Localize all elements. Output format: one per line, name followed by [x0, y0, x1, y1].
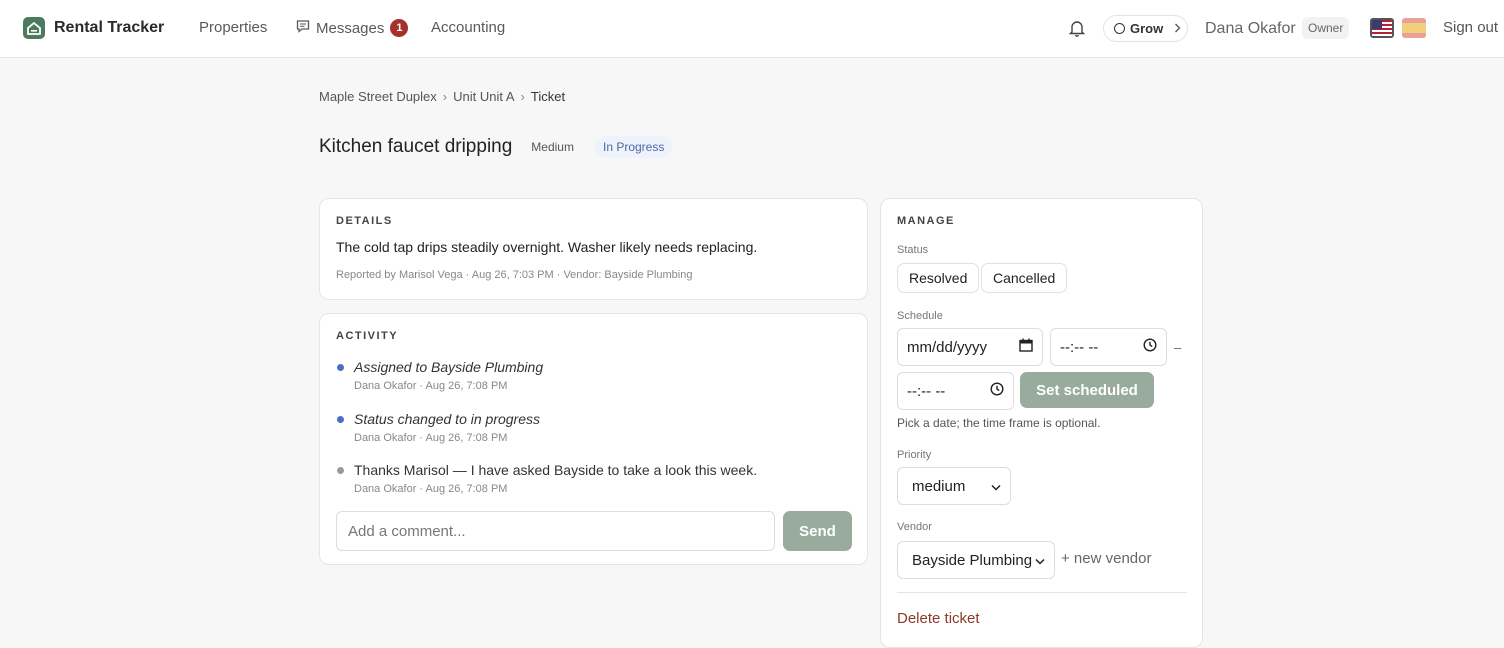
nav-properties-label: Properties	[199, 19, 268, 36]
start-time-placeholder: --:-- --	[1060, 338, 1099, 356]
manage-card: MANAGE Status Resolved Cancelled Schedul…	[880, 198, 1203, 648]
breadcrumb-separator: ›	[520, 89, 525, 104]
sign-out-link[interactable]: Sign out	[1443, 19, 1498, 36]
vendor-label: Vendor	[897, 521, 932, 533]
date-placeholder: mm/dd/yyyy	[907, 338, 988, 356]
activity-meta: Dana Okafor · Aug 26, 7:08 PM	[354, 483, 508, 495]
chevron-right-icon	[1174, 21, 1181, 36]
activity-meta: Dana Okafor · Aug 26, 7:08 PM	[354, 380, 508, 392]
priority-value: medium	[912, 477, 966, 495]
vendor-value: Bayside Plumbing	[912, 551, 1033, 569]
end-time-placeholder: --:-- --	[907, 382, 946, 400]
priority-badge: Medium	[531, 140, 574, 154]
activity-meta: Dana Okafor · Aug 26, 7:08 PM	[354, 432, 508, 444]
time-range-dash: –	[1174, 340, 1182, 355]
nav-messages[interactable]: Messages 1	[296, 19, 409, 37]
new-vendor-link[interactable]: + new vendor	[1061, 550, 1151, 567]
send-button[interactable]: Send	[783, 511, 852, 551]
breadcrumb-unit[interactable]: Unit Unit A	[453, 89, 514, 104]
activity-dot	[337, 467, 344, 474]
activity-title: Thanks Marisol — I have asked Bayside to…	[354, 462, 758, 478]
ticket-header: Kitchen faucet dripping Medium In Progre…	[319, 136, 673, 158]
details-text: The cold tap drips steadily overnight. W…	[336, 239, 758, 255]
breadcrumb-current: Ticket	[530, 89, 566, 104]
top-navigation-bar: Rental Tracker Properties Messages 1 Acc…	[0, 0, 1504, 58]
details-meta: Reported by Marisol Vega · Aug 26, 7:03 …	[336, 269, 693, 281]
vendor-select[interactable]: Bayside Plumbing	[897, 541, 1055, 579]
page-title: Kitchen faucet dripping	[319, 136, 513, 157]
activity-heading: ACTIVITY	[336, 330, 399, 342]
bell-icon[interactable]	[1068, 19, 1086, 42]
date-input[interactable]: mm/dd/yyyy	[897, 328, 1043, 366]
resolved-button[interactable]: Resolved	[897, 263, 980, 293]
schedule-label: Schedule	[897, 310, 943, 322]
user-name: Dana Okafor	[1205, 20, 1296, 37]
activity-title: Assigned to Bayside Plumbing	[354, 359, 544, 375]
activity-title: Status changed to in progress	[354, 411, 541, 427]
set-scheduled-button[interactable]: Set scheduled	[1020, 372, 1154, 408]
us-flag-icon[interactable]	[1370, 18, 1394, 38]
calendar-icon	[1019, 338, 1033, 356]
breadcrumb-separator: ›	[442, 89, 448, 104]
nav-properties[interactable]: Properties	[199, 19, 267, 36]
grow-button[interactable]: Grow	[1103, 15, 1188, 42]
schedule-hint: Pick a date; the time frame is optional.	[897, 416, 1101, 430]
details-card: DETAILS The cold tap drips steadily over…	[319, 198, 868, 300]
breadcrumb: Maple Street Duplex › Unit Unit A › Tick…	[319, 89, 565, 104]
activity-item: Status changed to in progress Dana Okafo…	[337, 411, 541, 444]
chevron-down-icon	[1035, 552, 1045, 569]
activity-dot	[337, 416, 344, 423]
activity-card: ACTIVITY Assigned to Bayside Plumbing Da…	[319, 313, 868, 565]
nav-messages-label: Messages	[316, 19, 385, 37]
status-badge: In Progress	[594, 136, 673, 158]
cancelled-button[interactable]: Cancelled	[981, 263, 1068, 293]
clock-icon	[1143, 338, 1157, 356]
breadcrumb-property[interactable]: Maple Street Duplex	[319, 89, 437, 104]
message-icon	[296, 19, 310, 37]
app-name: Rental Tracker	[54, 19, 165, 36]
nav-accounting[interactable]: Accounting	[431, 19, 505, 36]
manage-heading: MANAGE	[897, 215, 955, 227]
delete-ticket-link[interactable]: Delete ticket	[897, 610, 980, 627]
circle-icon	[1114, 23, 1125, 34]
chevron-down-icon	[991, 478, 1001, 495]
house-icon	[23, 17, 45, 39]
start-time-input[interactable]: --:-- --	[1050, 328, 1167, 366]
status-label: Status	[897, 244, 929, 256]
brand[interactable]: Rental Tracker	[23, 17, 164, 39]
activity-item: Thanks Marisol — I have asked Bayside to…	[337, 462, 758, 495]
grow-label: Grow	[1130, 21, 1164, 36]
activity-item: Assigned to Bayside Plumbing Dana Okafor…	[337, 359, 544, 392]
spain-flag-icon[interactable]	[1402, 18, 1426, 38]
details-heading: DETAILS	[336, 215, 393, 227]
role-badge: Owner	[1302, 17, 1350, 39]
priority-label: Priority	[897, 449, 932, 461]
messages-count-badge: 1	[390, 19, 409, 37]
activity-dot	[337, 364, 344, 371]
end-time-input[interactable]: --:-- --	[897, 372, 1014, 410]
clock-icon	[990, 382, 1004, 400]
priority-select[interactable]: medium	[897, 467, 1011, 505]
nav-accounting-label: Accounting	[431, 19, 506, 36]
divider	[897, 592, 1187, 593]
comment-input[interactable]	[336, 511, 775, 551]
